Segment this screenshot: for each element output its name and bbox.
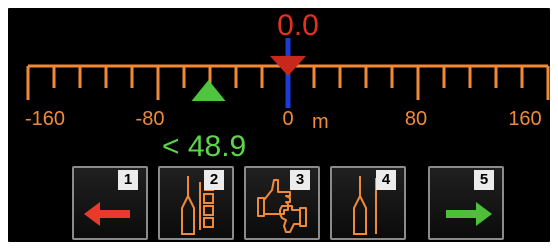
tick-label: 160	[508, 108, 542, 130]
offset-value: 0.0	[277, 9, 319, 42]
button-number: 4	[376, 170, 396, 190]
tick-label: -80	[135, 108, 165, 130]
nudge-right-button[interactable]: 5	[428, 166, 504, 240]
tick-label: 0	[282, 108, 294, 130]
implement-sections-button[interactable]: 2	[158, 166, 234, 240]
nudge-left-button[interactable]: 1	[72, 166, 148, 240]
guidance-panel: 0.0 -160 -80 0 m 80 160 < 48.9 1 2 3 4 5	[8, 8, 550, 242]
button-number: 1	[118, 170, 138, 190]
tick-label: -160	[24, 108, 66, 130]
unit-label: m	[312, 111, 329, 133]
button-number: 2	[204, 170, 224, 190]
button-number: 5	[474, 170, 494, 190]
implement-guide-button[interactable]: 4	[330, 166, 406, 240]
accept-reject-button[interactable]: 3	[244, 166, 320, 240]
screen: 0.0 -160 -80 0 m 80 160 < 48.9 1 2 3 4 5	[0, 0, 558, 252]
distance-readout: < 48.9	[162, 130, 247, 163]
tick-label: 80	[404, 108, 428, 130]
target-position-marker	[191, 80, 226, 101]
button-number: 3	[290, 170, 310, 190]
